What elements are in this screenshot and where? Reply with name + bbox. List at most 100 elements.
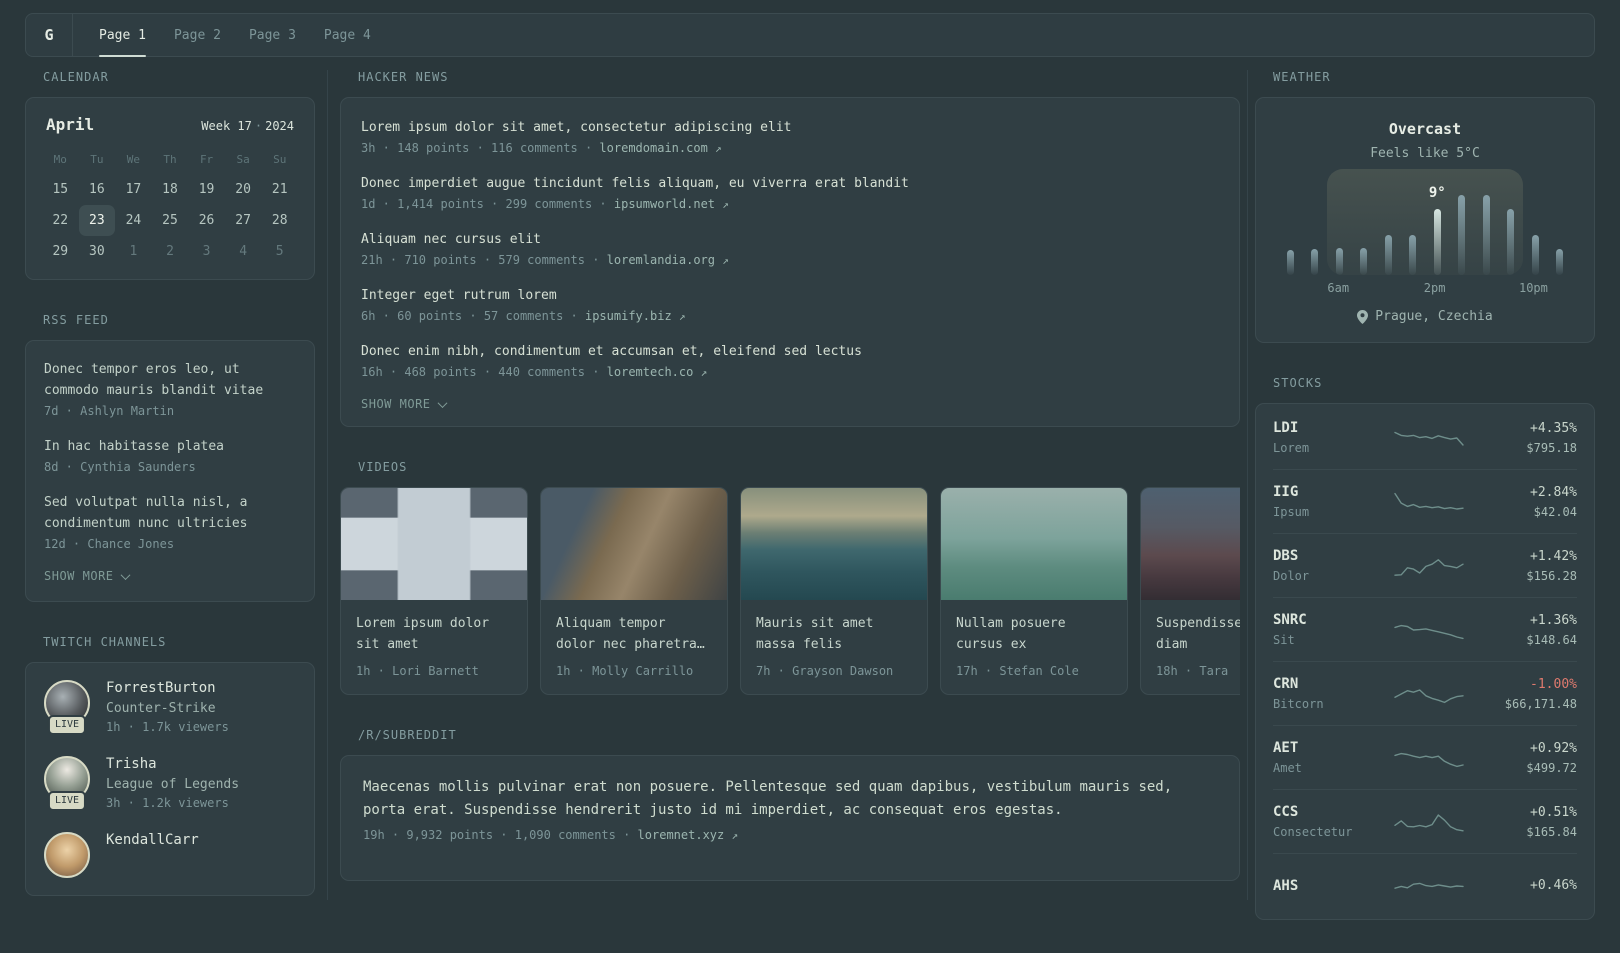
video-thumbnail[interactable]	[541, 488, 727, 600]
weather-heading: WEATHER	[1273, 70, 1331, 84]
time-tick: 10pm	[1518, 281, 1548, 295]
stock-price: $165.84	[1526, 824, 1577, 839]
calendar-day[interactable]: 3	[188, 236, 225, 267]
hn-item-domain[interactable]: ipsumworld.net	[614, 197, 715, 211]
reddit-post-domain[interactable]: loremnet.xyz	[638, 828, 725, 842]
calendar-day[interactable]: 27	[225, 205, 262, 236]
rss-show-more-button[interactable]: SHOW MORE	[44, 569, 296, 583]
calendar-day[interactable]: 28	[261, 205, 298, 236]
tab-page-1[interactable]: Page 1	[85, 14, 160, 57]
stock-row[interactable]: AHS +0.46%	[1273, 853, 1577, 917]
twitch-channel-name[interactable]: ForrestBurton	[106, 680, 229, 696]
calendar-day[interactable]: 20	[225, 174, 262, 205]
hn-item-title[interactable]: Donec imperdiet augue tincidunt felis al…	[361, 173, 1219, 194]
video-card[interactable]: Nullam posuere cursus ex 17h · Stefan Co…	[940, 487, 1128, 695]
video-card[interactable]: Aliquam tempor dolor nec pharetra… 1h · …	[540, 487, 728, 695]
hn-item[interactable]: Donec imperdiet augue tincidunt felis al…	[361, 173, 1219, 211]
external-link-icon: ↗	[722, 198, 729, 211]
reddit-post[interactable]: Maecenas mollis pulvinar erat non posuer…	[363, 776, 1217, 842]
video-title[interactable]: Mauris sit amet massa felis	[756, 613, 912, 655]
calendar-day[interactable]: 19	[188, 174, 225, 205]
calendar-day[interactable]: 15	[42, 174, 79, 205]
calendar-day[interactable]: 18	[152, 174, 189, 205]
weather-bar	[1482, 195, 1490, 275]
hn-item-title[interactable]: Lorem ipsum dolor sit amet, consectetur …	[361, 117, 1219, 138]
reddit-post-title[interactable]: Maecenas mollis pulvinar erat non posuer…	[363, 776, 1217, 822]
hn-item-title[interactable]: Aliquam nec cursus elit	[361, 229, 1219, 250]
hn-item[interactable]: Integer eget rutrum lorem 6h · 60 points…	[361, 285, 1219, 323]
calendar-day[interactable]: 24	[115, 205, 152, 236]
rss-item[interactable]: Sed volutpat nulla nisl, a condimentum n…	[44, 492, 296, 551]
app-logo[interactable]: G	[26, 14, 73, 56]
calendar-day[interactable]: 4	[225, 236, 262, 267]
calendar-day[interactable]: 21	[261, 174, 298, 205]
hn-item-domain[interactable]: loremlandia.org	[607, 253, 715, 267]
calendar-day[interactable]: 5	[261, 236, 298, 267]
hn-item-domain[interactable]: loremtech.co	[607, 365, 694, 379]
twitch-channel-row[interactable]: KendallCarr	[44, 832, 296, 878]
hn-item[interactable]: Aliquam nec cursus elit 21h · 710 points…	[361, 229, 1219, 267]
stock-symbol: AET	[1273, 740, 1299, 756]
calendar-day[interactable]: 29	[42, 236, 79, 267]
hn-item[interactable]: Donec enim nibh, condimentum et accumsan…	[361, 341, 1219, 379]
calendar-day[interactable]: 30	[79, 236, 116, 267]
video-thumbnail[interactable]	[1141, 488, 1240, 600]
calendar-day[interactable]: 16	[79, 174, 116, 205]
video-title[interactable]: Nullam posuere cursus ex	[956, 613, 1112, 655]
video-title[interactable]: Aliquam tempor dolor nec pharetra…	[556, 613, 712, 655]
stock-row[interactable]: DBS Dolor +1.42% $156.28	[1273, 533, 1577, 597]
hn-item[interactable]: Lorem ipsum dolor sit amet, consectetur …	[361, 117, 1219, 155]
tab-page-4[interactable]: Page 4	[310, 14, 385, 56]
video-title[interactable]: Lorem ipsum dolor sit amet consectetu…	[356, 613, 512, 655]
calendar-day[interactable]: 17	[115, 174, 152, 205]
calendar-day[interactable]: 1	[115, 236, 152, 267]
stock-row[interactable]: AET Amet +0.92% $499.72	[1273, 725, 1577, 789]
twitch-channel-row[interactable]: LIVE Trisha League of Legends 3h · 1.2k …	[44, 756, 296, 811]
calendar-header: April Week 17 · 2024	[42, 113, 298, 146]
tab-page-3[interactable]: Page 3	[235, 14, 310, 56]
stock-sparkline	[1385, 552, 1473, 580]
video-thumbnail[interactable]	[341, 488, 527, 600]
rss-item-title[interactable]: In hac habitasse platea	[44, 436, 296, 457]
video-thumbnail[interactable]	[941, 488, 1127, 600]
twitch-channel-name[interactable]: Trisha	[106, 756, 239, 772]
calendar-day[interactable]: 23	[78, 205, 116, 236]
calendar-day[interactable]: 26	[188, 205, 225, 236]
video-thumbnail[interactable]	[741, 488, 927, 600]
stock-row[interactable]: IIG Ipsum +2.84% $42.04	[1273, 469, 1577, 533]
twitch-channel-name[interactable]: KendallCarr	[106, 832, 199, 848]
video-title[interactable]: Suspendisse diam	[1156, 613, 1240, 655]
calendar-day[interactable]: 22	[42, 205, 79, 236]
time-tick: 2pm	[1423, 281, 1446, 295]
rss-item-meta: 8d · Cynthia Saunders	[44, 460, 196, 474]
hn-item-domain[interactable]: loremdomain.com	[599, 141, 707, 155]
weather-condition: Overcast	[1388, 120, 1462, 138]
video-card-body: Aliquam tempor dolor nec pharetra… 1h · …	[541, 600, 727, 694]
video-card[interactable]: Suspendisse diam 18h · Tara	[1140, 487, 1240, 695]
hn-item-title[interactable]: Integer eget rutrum lorem	[361, 285, 1219, 306]
stock-row[interactable]: SNRC Sit +1.36% $148.64	[1273, 597, 1577, 661]
calendar-day[interactable]: 2	[152, 236, 189, 267]
weather-location[interactable]: Prague, Czechia	[1274, 309, 1576, 324]
hn-show-more-button[interactable]: SHOW MORE	[361, 397, 1219, 411]
stocks-widget: STOCKS LDI Lorem +4.35% $795.18 IIG Ipsu…	[1255, 376, 1595, 920]
rss-item[interactable]: Donec tempor eros leo, ut commodo mauris…	[44, 359, 296, 418]
rss-item-title[interactable]: Donec tempor eros leo, ut commodo mauris…	[44, 359, 296, 401]
calendar-day[interactable]: 25	[152, 205, 189, 236]
stock-row[interactable]: LDI Lorem +4.35% $795.18	[1273, 406, 1577, 469]
video-meta: 1h · Lori Barnett	[356, 664, 479, 678]
hn-item-domain[interactable]: ipsumify.biz	[585, 309, 672, 323]
stock-price: $66,171.48	[1504, 696, 1577, 711]
tab-page-2[interactable]: Page 2	[160, 14, 235, 56]
video-card[interactable]: Mauris sit amet massa felis 7h · Grayson…	[740, 487, 928, 695]
hn-item-title[interactable]: Donec enim nibh, condimentum et accumsan…	[361, 341, 1219, 362]
rss-item-title[interactable]: Sed volutpat nulla nisl, a condimentum n…	[44, 492, 296, 534]
stock-row[interactable]: CRN Bitcorn -1.00% $66,171.48	[1273, 661, 1577, 725]
stock-row[interactable]: CCS Consectetur +0.51% $165.84	[1273, 789, 1577, 853]
stock-symbol: CCS	[1273, 804, 1299, 820]
stock-name: Bitcorn	[1273, 697, 1324, 711]
twitch-channel-row[interactable]: LIVE ForrestBurton Counter-Strike 1h · 1…	[44, 680, 296, 735]
video-card[interactable]: Lorem ipsum dolor sit amet consectetu… 1…	[340, 487, 528, 695]
rss-item[interactable]: In hac habitasse platea 8d · Cynthia Sau…	[44, 436, 296, 474]
show-more-label: SHOW MORE	[361, 397, 431, 411]
